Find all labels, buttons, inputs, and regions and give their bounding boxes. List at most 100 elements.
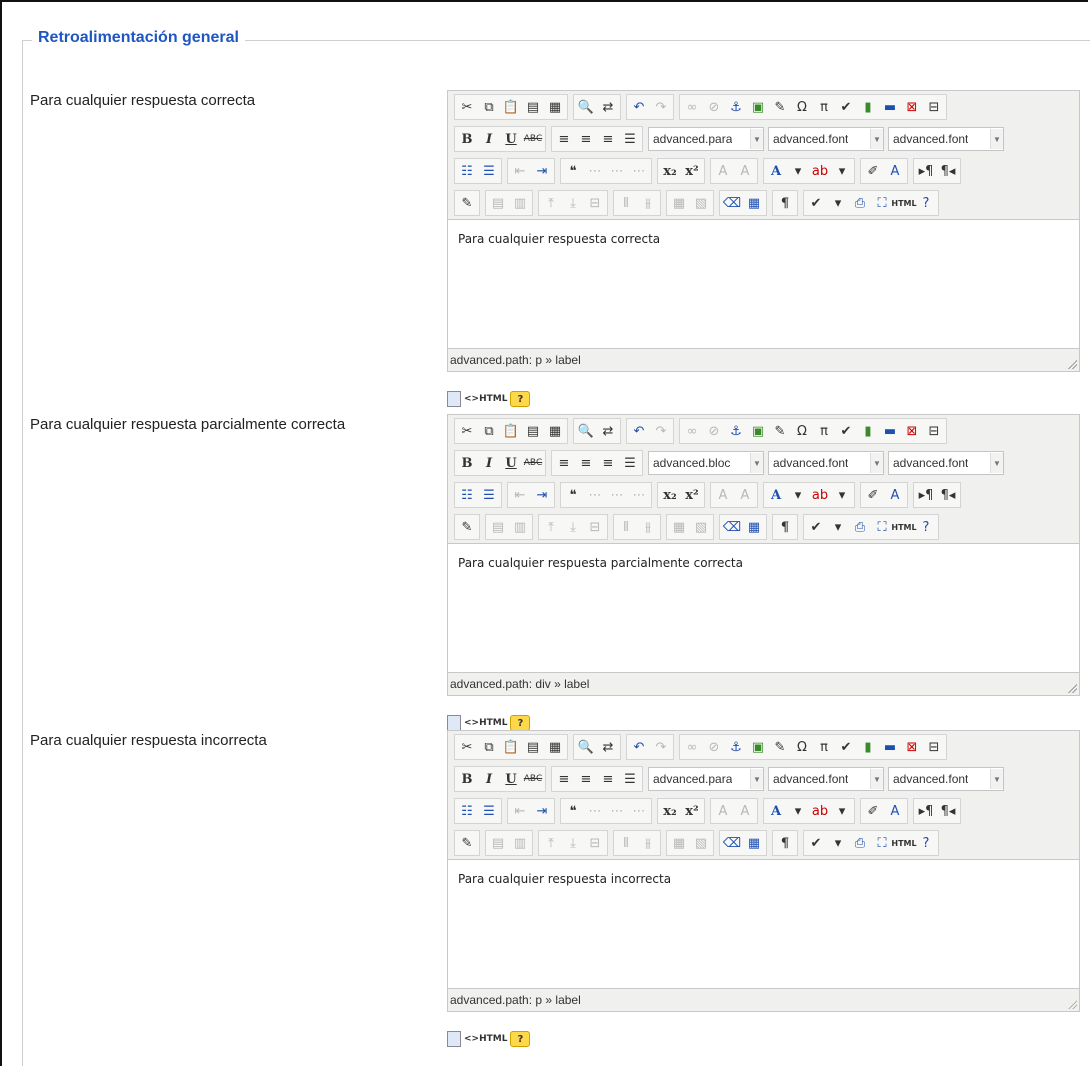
delete-col-icon[interactable]: ⫵ — [638, 833, 658, 853]
undo-icon[interactable]: ↶ — [629, 97, 649, 117]
format-select[interactable]: advanced.para ▼ — [648, 127, 764, 151]
text-color-dropdown-icon[interactable]: ▾ — [788, 161, 808, 181]
align-left-icon[interactable]: ≡ — [554, 769, 574, 789]
acronym-icon[interactable]: ⋯ — [629, 161, 649, 181]
paste-word-icon[interactable]: ▦ — [545, 737, 565, 757]
replace-icon[interactable]: ⇄ — [598, 421, 618, 441]
paste-word-icon[interactable]: ▦ — [545, 421, 565, 441]
copy-icon[interactable]: ⧉ — [479, 97, 499, 117]
copy-icon[interactable]: ⧉ — [479, 737, 499, 757]
table-cell-props-icon[interactable]: ▥ — [510, 833, 530, 853]
merge-cells-icon[interactable]: ▦ — [669, 517, 689, 537]
toggle-editor-icon[interactable] — [447, 1031, 461, 1047]
print-icon[interactable]: ⎙ — [850, 517, 870, 537]
anchor-icon[interactable]: ⚓ — [726, 421, 746, 441]
insert-row-before-icon[interactable]: ⤒ — [541, 517, 561, 537]
align-justify-icon[interactable]: ☰ — [620, 769, 640, 789]
spellchecker-dropdown-icon[interactable]: ▾ — [828, 193, 848, 213]
cite-icon[interactable]: ⋯ — [585, 161, 605, 181]
highlight-dropdown-icon[interactable]: ▾ — [832, 485, 852, 505]
image-icon[interactable]: ▣ — [748, 737, 768, 757]
help-icon[interactable]: ? — [916, 833, 936, 853]
numbered-list-icon[interactable]: ☰ — [479, 801, 499, 821]
bold-icon[interactable]: B — [457, 453, 477, 473]
spellchecker-dropdown-icon[interactable]: ▾ — [828, 517, 848, 537]
font-size-select[interactable]: advanced.font ▼ — [888, 767, 1004, 791]
rtl-icon[interactable]: ¶◂ — [938, 801, 958, 821]
nolink-icon[interactable]: ⊠ — [902, 421, 922, 441]
strikethrough-icon[interactable]: ABC — [523, 129, 543, 149]
eraser-icon[interactable]: ⌫ — [722, 833, 742, 853]
pi-icon[interactable]: π — [814, 97, 834, 117]
edit-icon[interactable]: ✐ — [863, 485, 883, 505]
align-justify-icon[interactable]: ☰ — [620, 129, 640, 149]
spellcheck-icon[interactable]: ✔ — [836, 97, 856, 117]
paste-icon[interactable]: 📋 — [501, 97, 521, 117]
superscript-icon[interactable]: x² — [682, 801, 702, 821]
editor-content[interactable]: Para cualquier respuesta incorrecta — [448, 859, 1079, 989]
editor-help-button[interactable]: ? — [510, 715, 531, 731]
anchor-icon[interactable]: ⚓ — [726, 97, 746, 117]
image-icon[interactable]: ▣ — [748, 97, 768, 117]
rtl-icon[interactable]: ¶◂ — [938, 485, 958, 505]
delete-row-icon[interactable]: ⊟ — [585, 833, 605, 853]
text-color-dropdown-icon[interactable]: ▾ — [788, 485, 808, 505]
bullet-list-icon[interactable]: ☷ — [457, 161, 477, 181]
font-grow-icon[interactable]: A — [713, 485, 733, 505]
find-icon[interactable]: 🔍 — [576, 421, 596, 441]
html-source-icon[interactable]: HTML — [891, 833, 916, 853]
insert-col-icon[interactable]: ⫴ — [616, 193, 636, 213]
link-icon[interactable]: ∞ — [682, 737, 702, 757]
undo-icon[interactable]: ↶ — [629, 421, 649, 441]
paste-icon[interactable]: 📋 — [501, 421, 521, 441]
font-shrink-icon[interactable]: A — [735, 485, 755, 505]
underline-icon[interactable]: U — [501, 769, 521, 789]
nolink-icon[interactable]: ⊠ — [902, 737, 922, 757]
paste-text-icon[interactable]: ▤ — [523, 421, 543, 441]
cut-icon[interactable]: ✂ — [457, 421, 477, 441]
cleanup-icon[interactable]: ✎ — [770, 421, 790, 441]
editor-help-button[interactable]: ? — [510, 1031, 531, 1047]
find-icon[interactable]: 🔍 — [576, 97, 596, 117]
delete-col-icon[interactable]: ⫵ — [638, 193, 658, 213]
edit-icon[interactable]: ✐ — [863, 801, 883, 821]
hr-icon[interactable]: ▬ — [880, 97, 900, 117]
strikethrough-icon[interactable]: ABC — [523, 769, 543, 789]
blockquote-icon[interactable]: ❝ — [563, 801, 583, 821]
table-row-props-icon[interactable]: ▤ — [488, 517, 508, 537]
styles-icon[interactable]: A — [885, 485, 905, 505]
highlight-color-icon[interactable]: ab — [810, 161, 830, 181]
fullscreen-icon[interactable]: ⛶ — [872, 193, 892, 213]
media-icon[interactable]: ▮ — [858, 737, 878, 757]
text-color-icon[interactable]: A — [766, 485, 786, 505]
merge-cells-icon[interactable]: ▦ — [669, 193, 689, 213]
styles-icon[interactable]: A — [885, 801, 905, 821]
highlight-color-icon[interactable]: ab — [810, 801, 830, 821]
align-right-icon[interactable]: ≡ — [598, 453, 618, 473]
rtl-icon[interactable]: ¶◂ — [938, 161, 958, 181]
help-icon[interactable]: ? — [916, 193, 936, 213]
show-blocks-icon[interactable]: ¶ — [775, 517, 795, 537]
pagebreak-icon[interactable]: ⊟ — [924, 737, 944, 757]
redo-icon[interactable]: ↷ — [651, 97, 671, 117]
abbr-icon[interactable]: ⋯ — [607, 485, 627, 505]
subscript-icon[interactable]: x₂ — [660, 161, 680, 181]
fullscreen-icon[interactable]: ⛶ — [872, 517, 892, 537]
strikethrough-icon[interactable]: ABC — [523, 453, 543, 473]
insert-col-icon[interactable]: ⫴ — [616, 833, 636, 853]
cleanup-icon[interactable]: ✎ — [770, 737, 790, 757]
table-icon[interactable]: ▦ — [744, 517, 764, 537]
bold-icon[interactable]: B — [457, 769, 477, 789]
split-cells-icon[interactable]: ▧ — [691, 517, 711, 537]
spellchecker-icon[interactable]: ✔ — [806, 193, 826, 213]
insert-row-after-icon[interactable]: ⤓ — [563, 193, 583, 213]
font-size-select[interactable]: advanced.font ▼ — [888, 451, 1004, 475]
omega-icon[interactable]: Ω — [792, 97, 812, 117]
table-cell-props-icon[interactable]: ▥ — [510, 517, 530, 537]
fullscreen-edit-icon[interactable]: ✎ — [457, 193, 477, 213]
insert-row-before-icon[interactable]: ⤒ — [541, 193, 561, 213]
merge-cells-icon[interactable]: ▦ — [669, 833, 689, 853]
highlight-dropdown-icon[interactable]: ▾ — [832, 801, 852, 821]
paste-word-icon[interactable]: ▦ — [545, 97, 565, 117]
bullet-list-icon[interactable]: ☷ — [457, 801, 477, 821]
